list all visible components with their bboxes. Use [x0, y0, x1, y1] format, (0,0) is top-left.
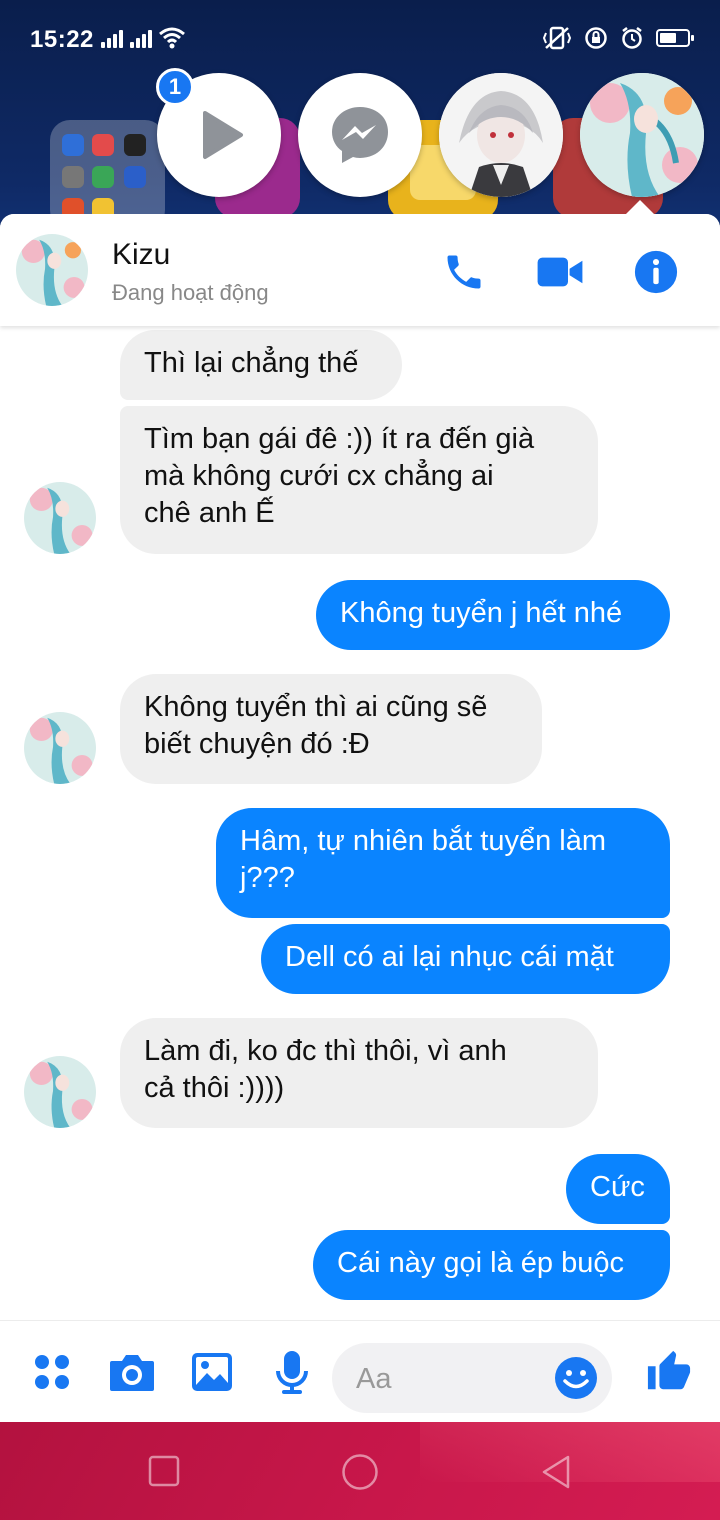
contact-avatar[interactable] — [16, 234, 88, 306]
outgoing-message[interactable]: Dell có ai lại nhục cái mặt — [261, 924, 670, 994]
composer-bar: Aa — [0, 1320, 720, 1422]
play-icon — [203, 111, 243, 159]
wifi-icon — [159, 27, 185, 49]
signal-icon — [101, 30, 123, 48]
anime-avatar-chat-head[interactable] — [439, 73, 563, 197]
voice-message-button[interactable] — [267, 1347, 317, 1397]
avatar-image — [439, 73, 563, 197]
message-input-placeholder: Aa — [356, 1363, 392, 1395]
avatar-image — [16, 234, 88, 306]
contact-avatar-small — [24, 482, 96, 554]
info-icon — [634, 250, 678, 294]
video-call-button[interactable] — [536, 248, 584, 296]
clock: 15:22 — [30, 26, 94, 53]
more-actions-button[interactable] — [27, 1347, 77, 1397]
microphone-icon — [276, 1351, 308, 1394]
signal-icon — [130, 30, 152, 48]
alarm-icon — [622, 27, 642, 49]
back-button[interactable] — [540, 1455, 572, 1489]
kizu-chat-head[interactable] — [580, 73, 704, 197]
message-list: Thì lại chẳng thế Tìm bạn gái đê :)) ít … — [0, 326, 720, 1316]
battery-icon — [656, 29, 694, 47]
recents-button[interactable] — [148, 1455, 180, 1487]
camera-icon — [110, 1355, 154, 1391]
message-input[interactable]: Aa — [332, 1343, 612, 1413]
contact-name[interactable]: Kizu — [112, 238, 170, 272]
chat-panel: Kizu Đang hoạt động Thì lại chẳng thế Tì… — [0, 214, 720, 1422]
four-dots-icon — [35, 1355, 69, 1389]
outgoing-message[interactable]: Cức — [566, 1154, 670, 1224]
camera-button[interactable] — [107, 1347, 157, 1397]
messenger-chat-head[interactable] — [298, 73, 422, 197]
avatar-image — [580, 73, 704, 197]
messenger-icon — [332, 107, 388, 163]
incoming-message[interactable]: Làm đi, ko đc thì thôi, vì anh cả thôi :… — [120, 1018, 598, 1128]
home-button[interactable] — [341, 1453, 379, 1491]
info-button[interactable] — [632, 248, 680, 296]
incoming-message[interactable]: Không tuyển thì ai cũng sẽ biết chuyện đ… — [120, 674, 542, 784]
contact-avatar-small — [24, 712, 96, 784]
video-camera-icon — [537, 257, 583, 287]
lock-rotation-icon — [585, 27, 607, 49]
unread-badge: 1 — [156, 68, 194, 106]
incoming-message[interactable]: Thì lại chẳng thế — [120, 330, 402, 400]
chat-header: Kizu Đang hoạt động — [0, 214, 720, 326]
vibrate-icon — [542, 26, 572, 50]
outgoing-message[interactable]: Hâm, tự nhiên bắt tuyển làm j??? — [216, 808, 670, 918]
contact-avatar-small — [24, 1056, 96, 1128]
image-icon — [192, 1353, 232, 1391]
outgoing-message[interactable]: Không tuyển j hết nhé — [316, 580, 670, 650]
thumbs-up-icon — [647, 1350, 691, 1390]
avatar-image — [24, 1056, 96, 1128]
incoming-message[interactable]: Tìm bạn gái đê :)) ít ra đến già mà khôn… — [120, 406, 598, 554]
chat-head-pointer — [624, 200, 656, 216]
like-button[interactable] — [644, 1347, 694, 1397]
outgoing-message[interactable]: Cái này gọi là ép buộc — [313, 1230, 670, 1300]
avatar-image — [24, 482, 96, 554]
avatar-image — [24, 712, 96, 784]
gallery-button[interactable] — [187, 1347, 237, 1397]
smiley-icon[interactable] — [554, 1356, 598, 1400]
active-status: Đang hoạt động — [112, 280, 269, 305]
phone-icon — [447, 255, 481, 289]
status-bar: 15:22 — [0, 0, 720, 72]
call-button[interactable] — [440, 248, 488, 296]
